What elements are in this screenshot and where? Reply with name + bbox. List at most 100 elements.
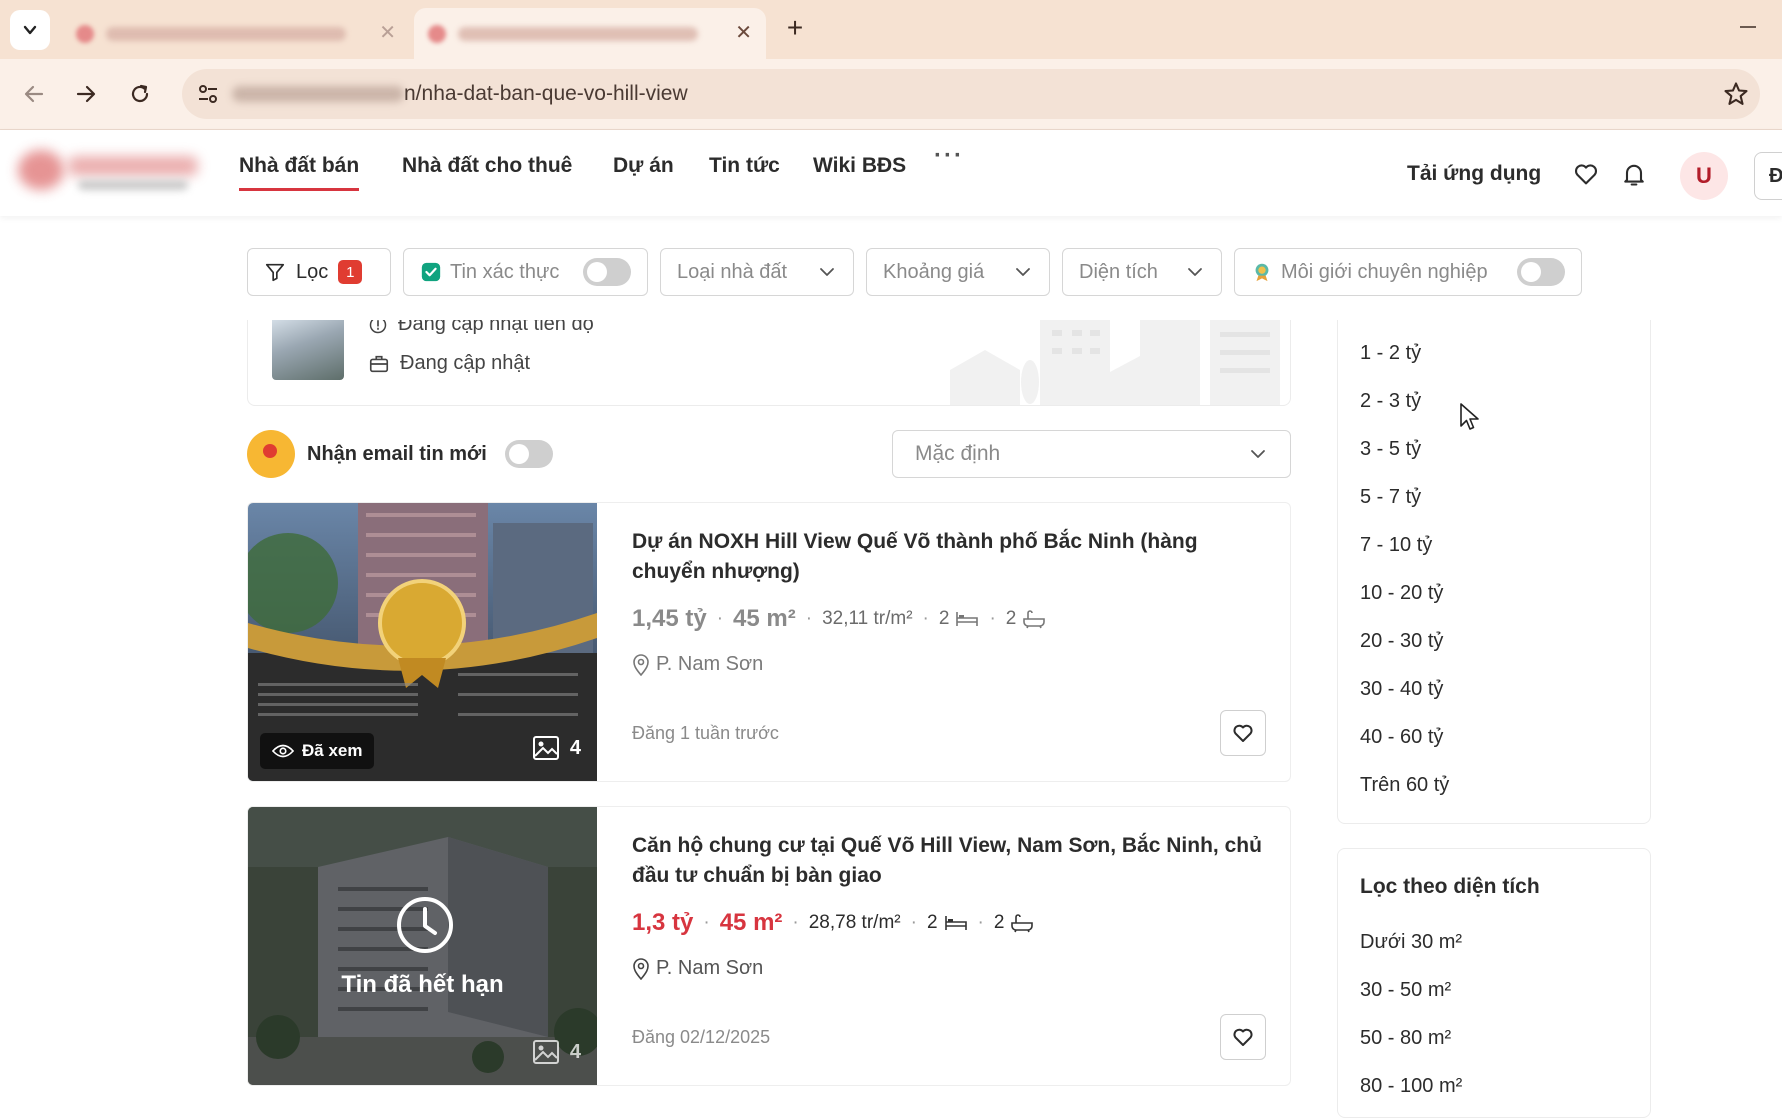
bed-icon: [956, 612, 979, 626]
browser-tab[interactable]: ✕: [62, 8, 410, 59]
pro-agent-label: Môi giới chuyên nghiệp: [1281, 260, 1488, 283]
minimize-window-button[interactable]: [1738, 14, 1758, 34]
url-domain-redacted: [232, 86, 404, 102]
listing-location-text: P. Nam Sơn: [656, 957, 764, 979]
browser-toolbar: n/nha-dat-ban-que-vo-hill-view: [0, 59, 1782, 130]
pro-agent-filter[interactable]: Môi giới chuyên nghiệp: [1234, 248, 1582, 296]
project-status-text: Đang cập nhật: [400, 352, 531, 374]
image-gallery-icon: [532, 1040, 559, 1064]
arrow-left-icon: [24, 85, 44, 103]
site-logo[interactable]: [18, 144, 208, 202]
filter-button[interactable]: Lọc 1: [247, 248, 391, 296]
browser-tab-active[interactable]: ✕: [414, 8, 766, 59]
listing-posted-date: Đăng 1 tuần trước: [632, 723, 779, 743]
listing-photo[interactable]: Đã xem 4: [248, 503, 597, 781]
chevron-down-icon: [1016, 268, 1030, 276]
mouse-cursor-icon: [1460, 403, 1479, 430]
image-gallery-icon: [532, 736, 559, 760]
close-tab-icon[interactable]: ✕: [379, 23, 396, 43]
listing-card[interactable]: Tin đã hết hạn 4 Căn hộ chung cư tại Quế…: [247, 806, 1291, 1086]
price-option[interactable]: 1 - 2 tỷ: [1360, 342, 1421, 365]
price-option[interactable]: 30 - 40 tỷ: [1360, 678, 1443, 701]
sort-selected-value: Mặc định: [915, 442, 1001, 465]
area-filter-panel: Lọc theo diện tích Dưới 30 m² 30 - 50 m²…: [1337, 848, 1651, 1118]
area-option[interactable]: 50 - 80 m²: [1360, 1027, 1451, 1050]
listing-title[interactable]: Căn hộ chung cư tại Quế Võ Hill View, Na…: [632, 831, 1272, 891]
email-alert-toggle[interactable]: [504, 440, 553, 468]
site-settings-icon[interactable]: [196, 82, 220, 106]
listing-price-per-m2: 28,78 tr/m²: [808, 912, 901, 933]
verified-toggle[interactable]: [583, 258, 631, 286]
close-tab-icon[interactable]: ✕: [735, 23, 752, 43]
briefcase-icon: [369, 355, 389, 372]
forward-button[interactable]: [68, 76, 104, 112]
price-option[interactable]: 3 - 5 tỷ: [1360, 438, 1421, 461]
heart-icon[interactable]: [1572, 160, 1600, 188]
listing-card[interactable]: Đã xem 4 Dự án NOXH Hill View Quế Võ thà…: [247, 502, 1291, 782]
price-option[interactable]: Trên 60 tỷ: [1360, 774, 1449, 797]
tab-title: [106, 26, 346, 41]
price-option[interactable]: 5 - 7 tỷ: [1360, 486, 1421, 509]
map-pin-icon: [633, 653, 649, 676]
project-info-card[interactable]: Đang cập nhật tiến độ Đang cập nhật: [247, 320, 1291, 406]
email-alert-label: Nhận email tin mới: [307, 442, 487, 465]
area-label: Diện tích: [1079, 260, 1158, 283]
post-listing-button[interactable]: Đ: [1754, 152, 1782, 200]
filter-label: Lọc: [296, 260, 329, 283]
bell-icon[interactable]: [1620, 160, 1648, 188]
user-avatar[interactable]: U: [1680, 152, 1728, 200]
area-option[interactable]: Dưới 30 m²: [1360, 931, 1462, 954]
heart-icon: [1233, 724, 1253, 742]
listing-posted-date: Đăng 02/12/2025: [632, 1027, 771, 1047]
seen-badge: Đã xem: [260, 733, 375, 769]
nav-wiki-bds[interactable]: Wiki BĐS: [813, 154, 906, 178]
verified-check-icon: [421, 262, 441, 282]
nav-nha-dat-cho-thue[interactable]: Nhà đất cho thuê: [402, 154, 572, 178]
nav-tin-tuc[interactable]: Tin tức: [709, 154, 780, 178]
nav-nha-dat-ban[interactable]: Nhà đất bán: [239, 154, 360, 191]
nav-du-an[interactable]: Dự án: [613, 154, 674, 178]
save-listing-button[interactable]: [1220, 1014, 1266, 1060]
price-option[interactable]: 10 - 20 tỷ: [1360, 582, 1443, 605]
more-menu-button[interactable]: ···: [934, 142, 964, 170]
address-bar[interactable]: n/nha-dat-ban-que-vo-hill-view: [182, 69, 1760, 119]
price-option[interactable]: 20 - 30 tỷ: [1360, 630, 1443, 653]
bookmark-star-icon[interactable]: [1722, 80, 1750, 108]
listing-bathrooms: 2: [993, 912, 1005, 933]
price-option[interactable]: 2 - 3 tỷ: [1360, 390, 1421, 413]
project-status-row: Đang cập nhật: [368, 352, 530, 375]
filter-count-badge: 1: [338, 260, 363, 284]
price-option[interactable]: 7 - 10 tỷ: [1360, 534, 1432, 557]
listing-title[interactable]: Dự án NOXH Hill View Quế Võ thành phố Bắ…: [632, 527, 1272, 587]
map-pin-icon: [633, 957, 649, 980]
listing-price-per-m2: 32,11 tr/m²: [822, 608, 913, 629]
sort-dropdown[interactable]: Mặc định: [892, 430, 1291, 478]
area-option[interactable]: 30 - 50 m²: [1360, 979, 1451, 1002]
new-tab-button[interactable]: +: [780, 14, 810, 44]
listing-location: P. Nam Sơn: [632, 957, 763, 980]
listing-location: P. Nam Sơn: [632, 653, 763, 676]
back-button[interactable]: [16, 76, 52, 112]
area-option[interactable]: 80 - 100 m²: [1360, 1075, 1462, 1098]
bathtub-icon: [1023, 610, 1046, 629]
arrow-right-icon: [76, 85, 96, 103]
verified-listings-filter[interactable]: Tin xác thực: [403, 248, 648, 296]
chevron-down-icon: [23, 25, 37, 35]
save-listing-button[interactable]: [1220, 710, 1266, 756]
property-type-dropdown[interactable]: Loại nhà đất: [660, 248, 854, 296]
pro-agent-toggle[interactable]: [1517, 258, 1565, 286]
listing-bedrooms: 2: [938, 608, 950, 629]
listing-bedrooms: 2: [926, 912, 938, 933]
price-range-dropdown[interactable]: Khoảng giá: [866, 248, 1050, 296]
reload-button[interactable]: [122, 76, 158, 112]
area-dropdown[interactable]: Diện tích: [1062, 248, 1222, 296]
listing-photo[interactable]: Tin đã hết hạn 4: [248, 807, 597, 1085]
buildings-illustration: [950, 320, 1280, 405]
listing-area: 45 m²: [733, 605, 796, 632]
expired-label: Tin đã hết hạn: [341, 971, 504, 998]
price-option[interactable]: 40 - 60 tỷ: [1360, 726, 1443, 749]
bed-icon: [944, 916, 967, 930]
listing-price: 1,3 tỷ: [632, 909, 694, 936]
tab-search-button[interactable]: [10, 10, 50, 50]
download-app-link[interactable]: Tải ứng dụng: [1407, 162, 1541, 186]
